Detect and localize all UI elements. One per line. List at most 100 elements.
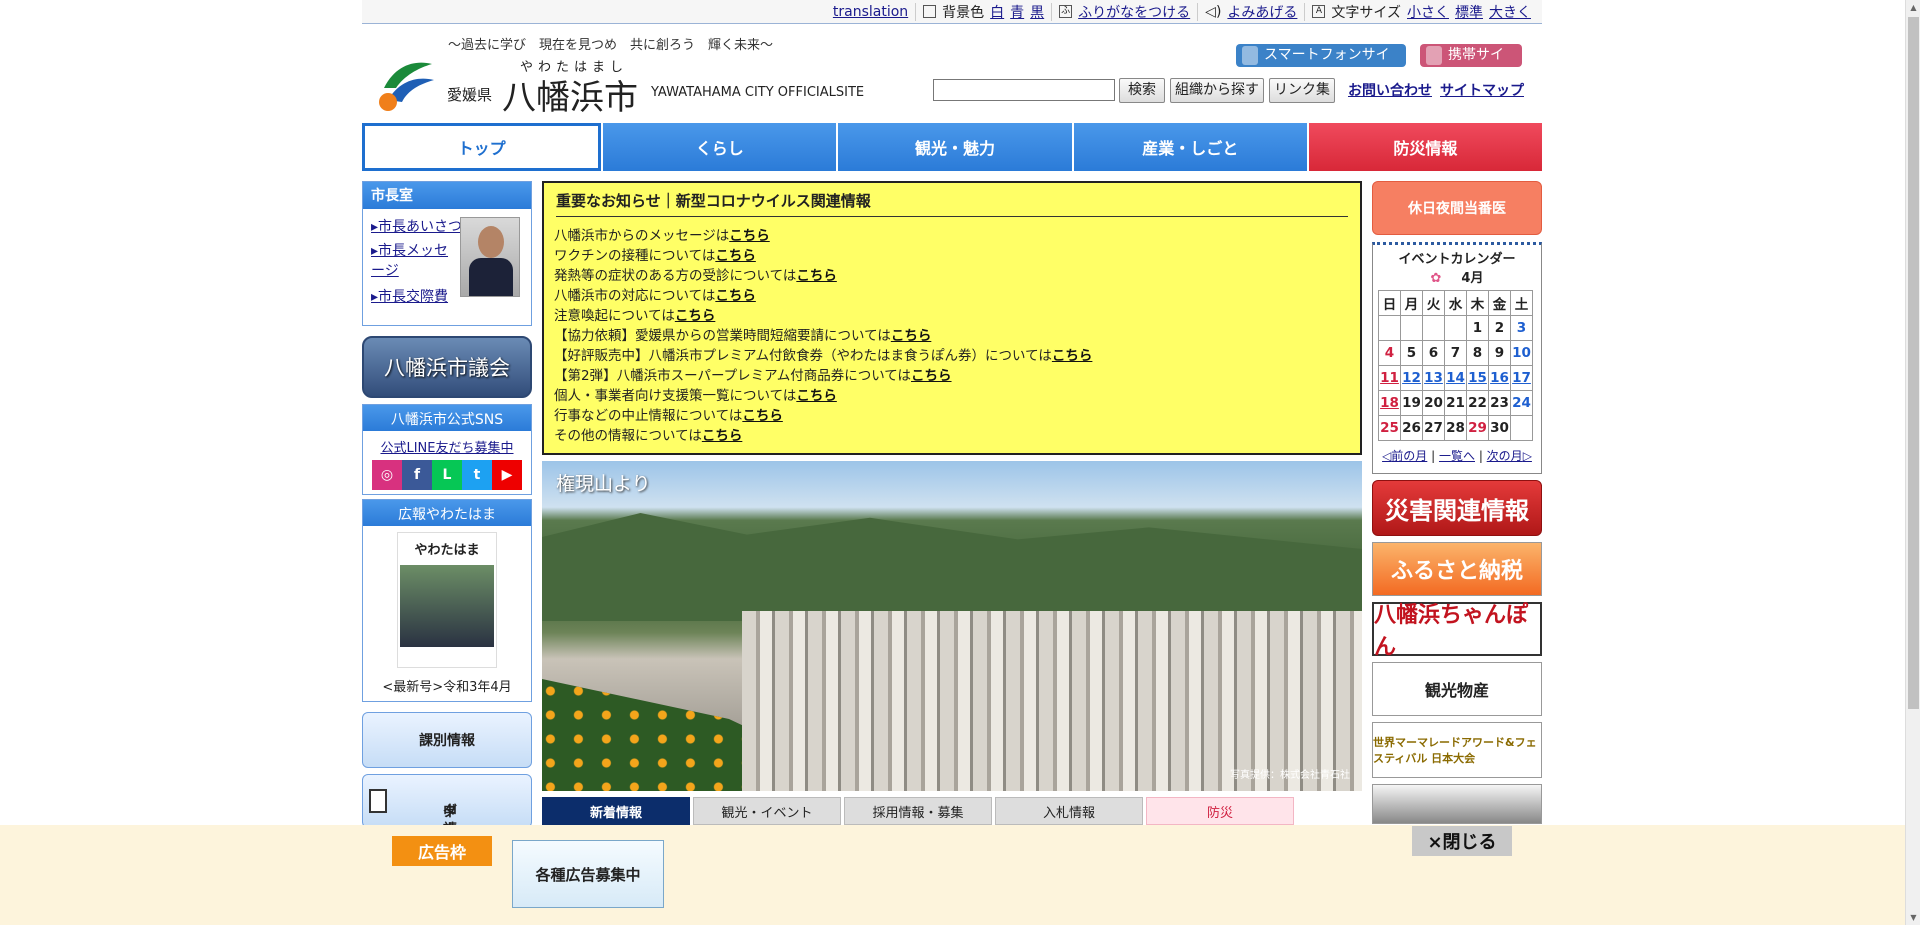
calendar-day: 19 xyxy=(1400,390,1423,416)
links-button[interactable]: リンク集 xyxy=(1269,78,1335,103)
notice-title: 重要なお知らせ｜新型コロナウイルス関連情報 xyxy=(556,190,1348,217)
scroll-down-icon[interactable]: ▼ xyxy=(1909,913,1918,922)
city-tagline: ～過去に学び 現在を見つめ 共に創ろう 輝く未来～ xyxy=(448,38,774,53)
mayor-message-link[interactable]: ▸市長メッセージ xyxy=(371,241,459,281)
city-logo-icon[interactable] xyxy=(374,58,436,112)
champon-banner[interactable]: 八幡浜ちゃんぽん xyxy=(1372,602,1542,660)
calendar-day[interactable]: 4 xyxy=(1378,340,1401,366)
document-icon xyxy=(369,789,387,813)
calendar-day: 28 xyxy=(1444,415,1467,441)
disaster-info-banner[interactable]: 災害関連情報 xyxy=(1372,480,1542,536)
calendar-day[interactable]: 29 xyxy=(1466,415,1489,441)
nav-living[interactable]: くらし xyxy=(603,123,837,171)
tab-disaster[interactable]: 防災 xyxy=(1146,797,1294,825)
town-photo-banner[interactable] xyxy=(1372,784,1542,824)
calendar-day[interactable]: 10 xyxy=(1510,340,1533,366)
next-month-link[interactable]: 次の月▷ xyxy=(1487,449,1532,463)
calendar-day[interactable]: 3 xyxy=(1510,315,1533,341)
tab-recruit[interactable]: 採用情報・募集 xyxy=(844,797,992,825)
ad-recruit-button[interactable]: 各種広告募集中 xyxy=(512,840,664,908)
calendar-list-link[interactable]: 一覧へ xyxy=(1439,449,1475,463)
background-color-icon xyxy=(923,5,937,18)
calendar-day[interactable]: 11 xyxy=(1378,365,1401,391)
department-info-button[interactable]: 課別情報 xyxy=(362,712,532,768)
tab-events[interactable]: 観光・イベント xyxy=(693,797,841,825)
page-scrollbar[interactable]: ▲ ▼ xyxy=(1905,0,1920,925)
org-search-button[interactable]: 組織から探す xyxy=(1170,78,1264,103)
bg-white-link[interactable]: 白 xyxy=(990,2,1004,22)
translation-link[interactable]: translation xyxy=(833,4,908,20)
mobile-site-button[interactable]: 携帯サイト xyxy=(1420,44,1522,86)
notice-link[interactable]: こちら xyxy=(796,388,837,404)
scroll-up-icon[interactable]: ▲ xyxy=(1909,3,1918,12)
contact-link[interactable]: お問い合わせ xyxy=(1348,80,1432,100)
koho-cover-image[interactable]: やわたはま xyxy=(397,532,497,668)
nav-disaster[interactable]: 防災情報 xyxy=(1308,123,1543,171)
calendar-day[interactable]: 15 xyxy=(1466,365,1489,391)
calendar-day[interactable]: 18 xyxy=(1378,390,1401,416)
calendar-day[interactable]: 14 xyxy=(1444,365,1467,391)
calendar-day[interactable]: 16 xyxy=(1488,365,1511,391)
nav-top[interactable]: トップ xyxy=(362,123,602,171)
notice-item: 【協力依頼】愛媛県からの営業時間短縮要請についてはこちら xyxy=(554,328,932,344)
search-button[interactable]: 検索 xyxy=(1119,78,1165,103)
tab-news[interactable]: 新着情報 xyxy=(542,797,690,825)
calendar-day[interactable]: 13 xyxy=(1422,365,1445,391)
application-download-button[interactable]: 申請書ダウンロード xyxy=(362,774,532,910)
facebook-icon[interactable]: f xyxy=(402,460,432,490)
tab-bidding[interactable]: 入札情報 xyxy=(995,797,1143,825)
left-column: 市長室 ▸市長あいさつ ▸市長メッセージ ▸市長交際費 八幡浜市議会 八幡浜市公… xyxy=(362,181,532,910)
line-icon[interactable]: L xyxy=(432,460,462,490)
nav-tourism[interactable]: 観光・魅力 xyxy=(838,123,1072,171)
calendar-day[interactable]: 25 xyxy=(1378,415,1401,441)
notice-item: その他の情報についてはこちら xyxy=(554,428,743,444)
main-nav: トップ くらし 観光・魅力 産業・しごと 防災情報 xyxy=(362,123,1543,171)
scrollbar-thumb[interactable] xyxy=(1908,17,1919,709)
nav-industry[interactable]: 産業・しごと xyxy=(1073,123,1307,171)
font-standard-link[interactable]: 標準 xyxy=(1455,2,1483,22)
notice-link[interactable]: こちら xyxy=(675,308,716,324)
holiday-doctor-button[interactable]: 休日夜間当番医 xyxy=(1372,181,1542,235)
city-council-banner[interactable]: 八幡浜市議会 xyxy=(362,336,532,398)
bg-blue-link[interactable]: 青 xyxy=(1010,2,1024,22)
prev-month-link[interactable]: ◁前の月 xyxy=(1382,449,1427,463)
notice-link[interactable]: こちら xyxy=(729,228,770,244)
furusato-tax-banner[interactable]: ふるさと納税 xyxy=(1372,542,1542,596)
search-input[interactable] xyxy=(933,79,1115,101)
notice-link[interactable]: こちら xyxy=(1052,348,1093,364)
calendar-weekday: 木 xyxy=(1466,290,1489,316)
notice-link[interactable]: こちら xyxy=(702,428,743,444)
furigana-icon: ふ xyxy=(1059,5,1073,18)
read-aloud-link[interactable]: よみあげる xyxy=(1227,2,1297,22)
calendar-day: 30 xyxy=(1488,415,1511,441)
ad-close-button[interactable]: ×閉じる xyxy=(1412,826,1512,856)
sns-box: 八幡浜市公式SNS 公式LINE友だち募集中 ◎ f L t ▶ xyxy=(362,404,532,495)
marmalade-banner[interactable]: 世界マーマレードアワード&フェスティバル 日本大会 xyxy=(1372,722,1542,778)
notice-item: 行事などの中止情報についてはこちら xyxy=(554,408,783,424)
calendar-day[interactable]: 17 xyxy=(1510,365,1533,391)
notice-link[interactable]: こちら xyxy=(796,268,837,284)
mayor-title: 市長室 xyxy=(363,182,531,209)
smartphone-site-button[interactable]: スマートフォンサイト xyxy=(1236,44,1406,86)
mayor-expenses-link[interactable]: ▸市長交際費 xyxy=(371,286,448,306)
mayor-greeting-link[interactable]: ▸市長あいさつ xyxy=(371,216,462,236)
notice-link[interactable]: こちら xyxy=(715,288,756,304)
city-name[interactable]: 八幡浜市 xyxy=(502,70,638,119)
calendar-day[interactable]: 24 xyxy=(1510,390,1533,416)
notice-link[interactable]: こちら xyxy=(911,368,952,384)
calendar-day: 22 xyxy=(1466,390,1489,416)
line-friends-link[interactable]: 公式LINE友だち募集中 xyxy=(363,437,531,456)
bg-black-link[interactable]: 黒 xyxy=(1030,2,1044,22)
notice-link[interactable]: こちら xyxy=(715,248,756,264)
instagram-icon[interactable]: ◎ xyxy=(372,460,402,490)
notice-link[interactable]: こちら xyxy=(891,328,932,344)
calendar-day[interactable]: 12 xyxy=(1400,365,1423,391)
tourism-products-banner[interactable]: 観光物産 xyxy=(1372,662,1542,716)
font-large-link[interactable]: 大きく xyxy=(1489,2,1531,22)
sitemap-link[interactable]: サイトマップ xyxy=(1440,80,1524,100)
youtube-icon[interactable]: ▶ xyxy=(492,460,522,490)
twitter-icon[interactable]: t xyxy=(462,460,492,490)
notice-link[interactable]: こちら xyxy=(742,408,783,424)
furigana-link[interactable]: ふりがなをつける xyxy=(1078,2,1190,22)
font-small-link[interactable]: 小さく xyxy=(1407,2,1449,22)
